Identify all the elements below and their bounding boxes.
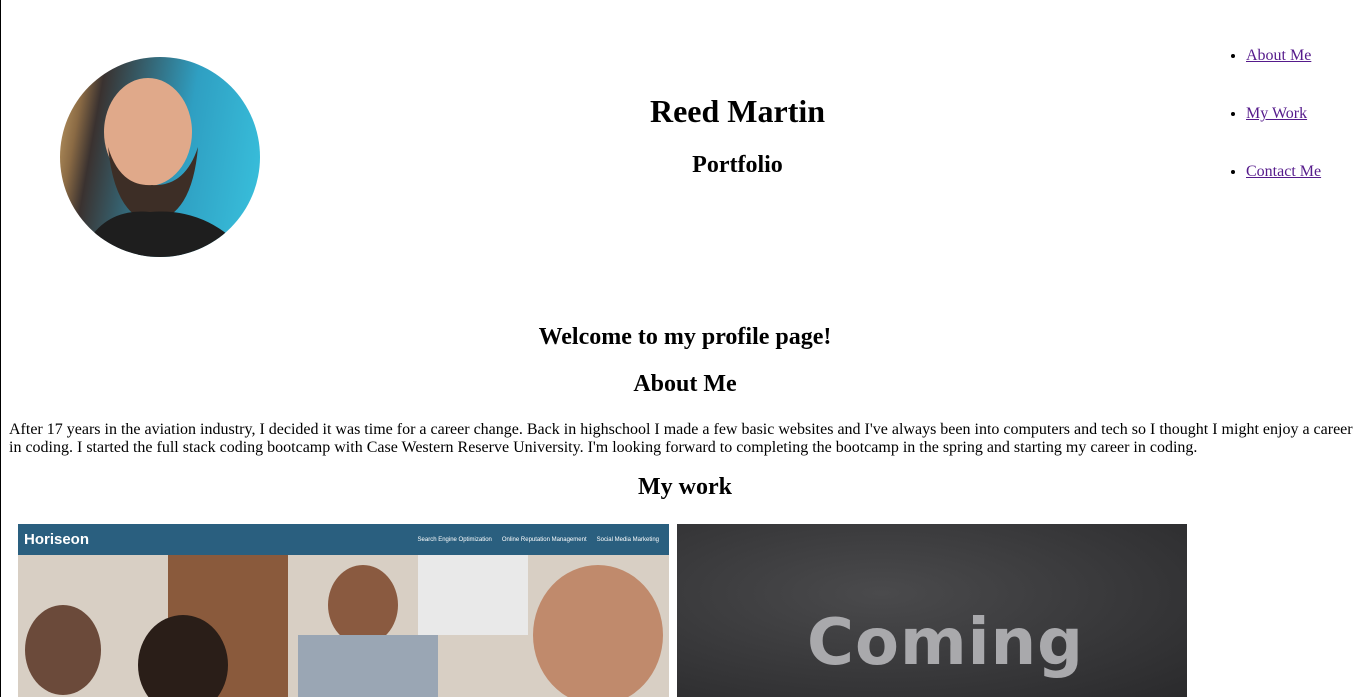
nav-item-work: My Work bbox=[1246, 102, 1321, 160]
about-paragraph: After 17 years in the aviation industry,… bbox=[9, 421, 1353, 456]
horiseon-nav-orm: Online Reputation Management bbox=[501, 536, 587, 543]
main-nav: About Me My Work Contact Me bbox=[1228, 44, 1321, 218]
horiseon-header-bar: Horiseon Search Engine Optimization Onli… bbox=[18, 524, 669, 555]
nav-link-contact-me[interactable]: Contact Me bbox=[1246, 163, 1321, 180]
about-heading: About Me bbox=[633, 371, 737, 397]
nav-item-contact: Contact Me bbox=[1246, 160, 1321, 218]
project-card-coming-soon[interactable]: Coming bbox=[677, 524, 1187, 697]
nav-link-my-work[interactable]: My Work bbox=[1246, 105, 1307, 122]
horiseon-hero-image bbox=[18, 555, 669, 697]
nav-item-about: About Me bbox=[1246, 44, 1321, 102]
horiseon-nav-seo: Search Engine Optimization bbox=[417, 536, 492, 543]
coming-soon-text: Coming bbox=[807, 606, 1084, 680]
welcome-heading: Welcome to my profile page! bbox=[538, 324, 832, 350]
nav-link-about-me[interactable]: About Me bbox=[1246, 47, 1311, 64]
page-subtitle: Portfolio bbox=[692, 152, 783, 178]
horiseon-logo: Horiseon bbox=[24, 531, 90, 548]
project-card-horiseon[interactable]: Horiseon Search Engine Optimization Onli… bbox=[18, 524, 669, 697]
work-heading: My work bbox=[638, 474, 732, 500]
page-title: Reed Martin bbox=[649, 93, 826, 129]
horiseon-nav-smm: Social Media Marketing bbox=[596, 536, 659, 543]
